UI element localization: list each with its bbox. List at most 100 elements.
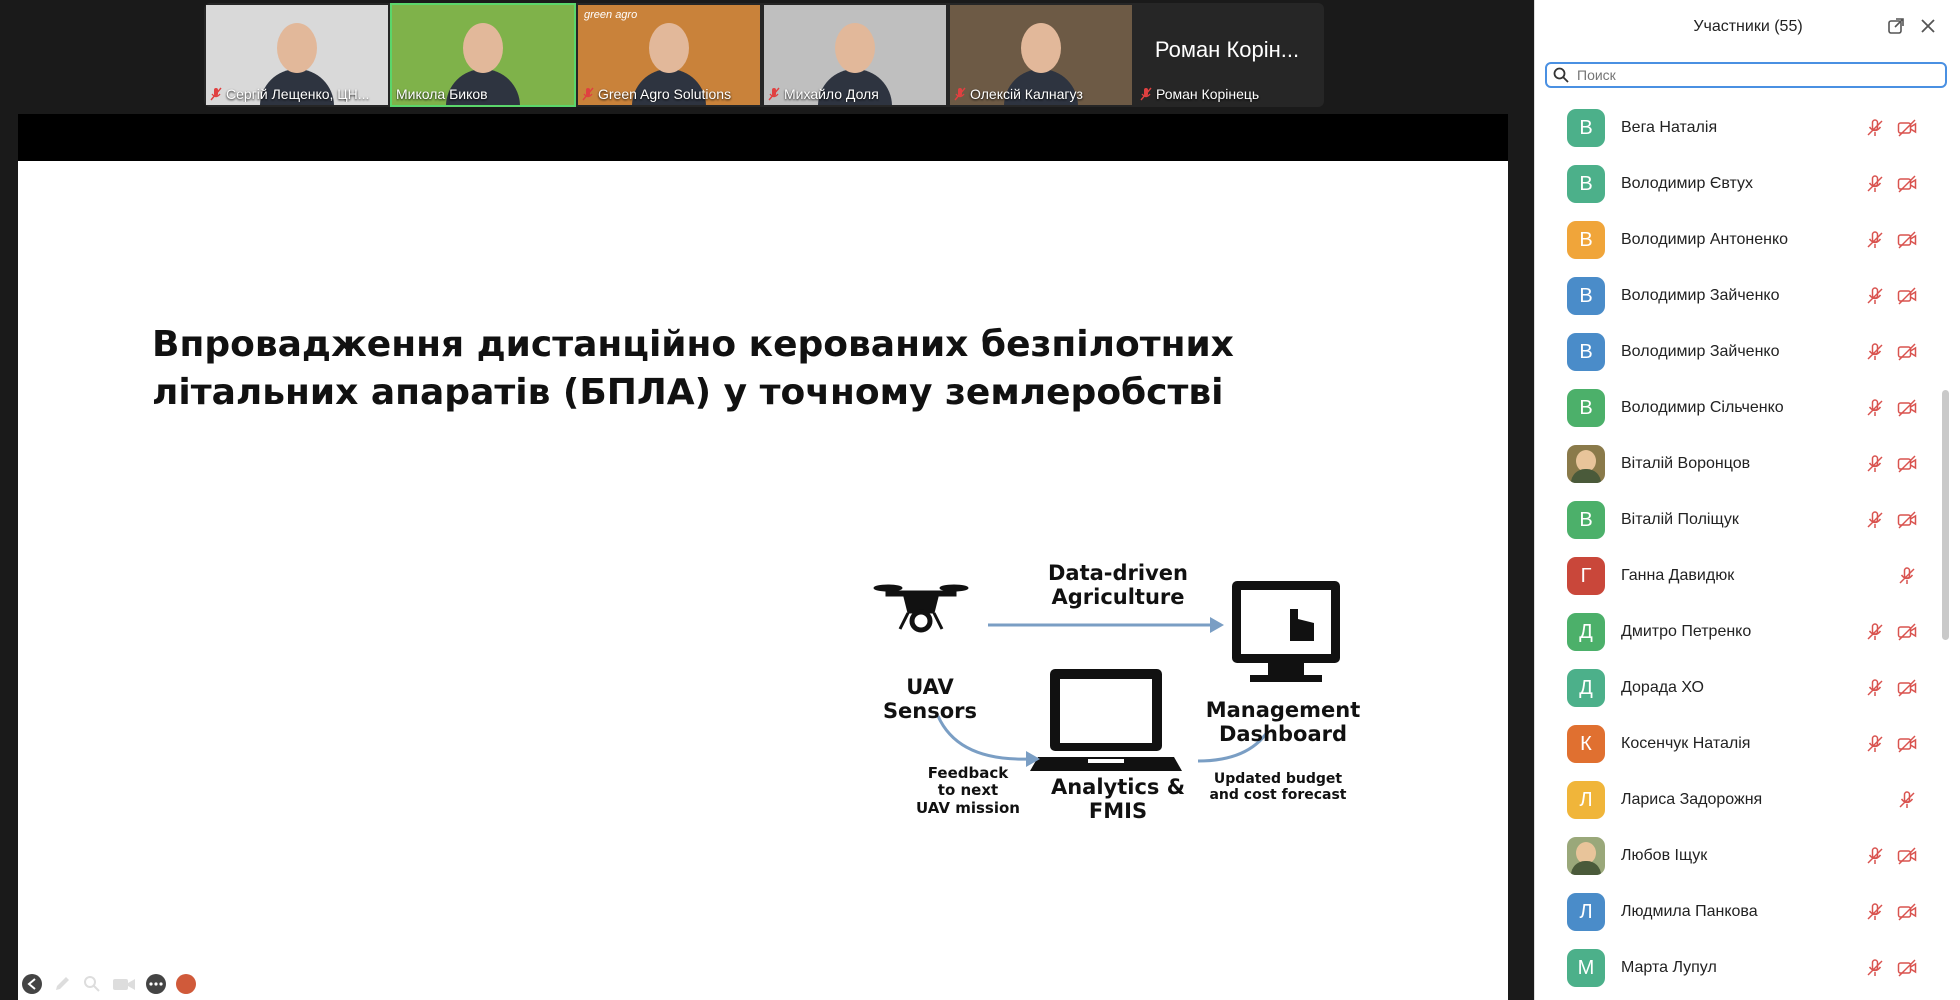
avatar-initial: Л: [1579, 900, 1593, 923]
video-off-icon[interactable]: [1897, 342, 1917, 362]
mic-muted-icon[interactable]: [1865, 454, 1885, 474]
presentation-slide: Впровадження дистанційно керованих безпі…: [18, 161, 1508, 1000]
mic-muted-icon[interactable]: [1865, 734, 1885, 754]
video-tile-label: Микола Биков: [396, 86, 488, 102]
mic-muted-icon[interactable]: [1865, 342, 1885, 362]
participant-row[interactable]: В Володимир Зайченко: [1535, 324, 1960, 380]
participant-row[interactable]: Д Дорада ХО: [1535, 660, 1960, 716]
participant-row[interactable]: Л Людмила Панкова: [1535, 884, 1960, 940]
video-off-icon[interactable]: [1897, 454, 1917, 474]
video-tile[interactable]: Роман Корін... Роман Корінець: [1134, 3, 1320, 107]
video-off-icon[interactable]: [1897, 846, 1917, 866]
avatar-initial: В: [1579, 396, 1593, 419]
video-off-icon[interactable]: [1897, 398, 1917, 418]
video-off-icon[interactable]: [1897, 118, 1917, 138]
participant-row[interactable]: В Володимир Зайченко: [1535, 268, 1960, 324]
more-icon[interactable]: [146, 974, 166, 994]
participant-name: Вега Наталія: [1621, 119, 1718, 136]
video-tile[interactable]: Микола Биков: [390, 3, 576, 107]
video-tile[interactable]: Олексій Калнагуз: [948, 3, 1134, 107]
avatar-initial: Д: [1579, 620, 1593, 643]
mic-muted-icon[interactable]: [1865, 174, 1885, 194]
video-tile[interactable]: Сергій Лещенко, ЦН...: [204, 3, 390, 107]
video-off-icon[interactable]: [1897, 622, 1917, 642]
mic-muted-icon[interactable]: [1865, 902, 1885, 922]
participant-row[interactable]: Віталій Воронцов: [1535, 436, 1960, 492]
participant-name: Володимир Сільченко: [1621, 399, 1784, 416]
participant-name: Віталій Поліщук: [1621, 511, 1739, 528]
pop-out-icon[interactable]: [1887, 17, 1905, 35]
record-icon[interactable]: [176, 974, 196, 994]
avatar-initial: К: [1580, 732, 1592, 755]
video-off-icon[interactable]: [1897, 902, 1917, 922]
mic-muted-icon[interactable]: [1865, 846, 1885, 866]
mic-off-icon: [582, 87, 594, 101]
participant-name: Лариса Задорожня: [1621, 791, 1763, 808]
video-tile-name: Михайло Доля: [768, 86, 942, 102]
participant-row[interactable]: М Марта Лупул: [1535, 940, 1960, 996]
participant-name: Віталій Воронцов: [1621, 455, 1751, 472]
participant-row[interactable]: Любов Іщук: [1535, 828, 1960, 884]
video-off-icon[interactable]: [1897, 958, 1917, 978]
participant-row[interactable]: К Косенчук Наталія: [1535, 716, 1960, 772]
participant-row[interactable]: В Володимир Антоненко: [1535, 212, 1960, 268]
participant-row[interactable]: В Віталій Поліщук: [1535, 492, 1960, 548]
video-tile[interactable]: green agro Green Agro Solutions: [576, 3, 762, 107]
feedback-label: Feedback to next UAV mission: [916, 764, 1020, 817]
slide-title-line-1: Впровадження дистанційно керованих безпі…: [152, 324, 1234, 365]
mic-muted-icon[interactable]: [1865, 118, 1885, 138]
slide-title: Впровадження дистанційно керованих безпі…: [152, 321, 1252, 417]
back-icon[interactable]: [22, 974, 42, 994]
drone-icon: [873, 584, 969, 633]
participant-name: Володимир Антоненко: [1621, 231, 1789, 248]
avatar-initial: Г: [1580, 564, 1592, 587]
search-input[interactable]: [1575, 66, 1939, 84]
participant-row[interactable]: Г Ганна Давидюк: [1535, 548, 1960, 604]
avatar: К: [1567, 725, 1605, 763]
participant-name: Ганна Давидюк: [1621, 567, 1735, 584]
scrollbar[interactable]: [1942, 390, 1949, 640]
video-off-icon[interactable]: [1897, 734, 1917, 754]
mic-muted-icon[interactable]: [1865, 958, 1885, 978]
video-display-name: Роман Корін...: [1154, 37, 1300, 62]
analytics-label: Analytics & FMIS: [1050, 775, 1186, 824]
participant-row[interactable]: В Володимир Сільченко: [1535, 380, 1960, 436]
participant-row[interactable]: Д Дмитро Петренко: [1535, 604, 1960, 660]
avatar-initial: В: [1579, 284, 1593, 307]
participant-row[interactable]: В Вега Наталія: [1535, 100, 1960, 156]
avatar: В: [1567, 109, 1605, 147]
participants-list: В Вега Наталія В Володимир Євтух В Володимир …: [1535, 100, 1960, 1000]
avatar: В: [1567, 277, 1605, 315]
video-off-icon[interactable]: [1897, 286, 1917, 306]
pencil-icon[interactable]: [52, 974, 72, 994]
mic-muted-icon[interactable]: [1865, 286, 1885, 306]
avatar: В: [1567, 333, 1605, 371]
mic-muted-icon[interactable]: [1897, 790, 1917, 810]
mic-muted-icon[interactable]: [1865, 230, 1885, 250]
video-off-icon[interactable]: [1897, 510, 1917, 530]
search-box[interactable]: [1545, 62, 1947, 88]
mic-muted-icon[interactable]: [1865, 678, 1885, 698]
participant-name: Володимир Зайченко: [1621, 287, 1780, 304]
participant-name: Косенчук Наталія: [1621, 735, 1751, 752]
arrow-data-flow: [988, 617, 1224, 633]
avatar: Л: [1567, 893, 1605, 931]
video-off-icon[interactable]: [112, 974, 136, 994]
close-icon[interactable]: [1919, 17, 1937, 35]
video-strip: Сергій Лещенко, ЦН... Микола Биков green a…: [204, 3, 1324, 107]
mic-off-icon: [210, 87, 222, 101]
mic-off-icon: [768, 87, 780, 101]
mic-muted-icon[interactable]: [1897, 566, 1917, 586]
mic-muted-icon[interactable]: [1865, 510, 1885, 530]
video-off-icon[interactable]: [1897, 174, 1917, 194]
participant-row[interactable]: Л Лариса Задорожня: [1535, 772, 1960, 828]
zoom-icon[interactable]: [82, 974, 102, 994]
participant-name: Людмила Панкова: [1621, 903, 1758, 920]
participant-row[interactable]: В Володимир Євтух: [1535, 156, 1960, 212]
mic-muted-icon[interactable]: [1865, 622, 1885, 642]
video-tile[interactable]: Михайло Доля: [762, 3, 948, 107]
mic-muted-icon[interactable]: [1865, 398, 1885, 418]
video-tile-name: Роман Корінець: [1140, 86, 1314, 102]
video-off-icon[interactable]: [1897, 230, 1917, 250]
video-off-icon[interactable]: [1897, 678, 1917, 698]
